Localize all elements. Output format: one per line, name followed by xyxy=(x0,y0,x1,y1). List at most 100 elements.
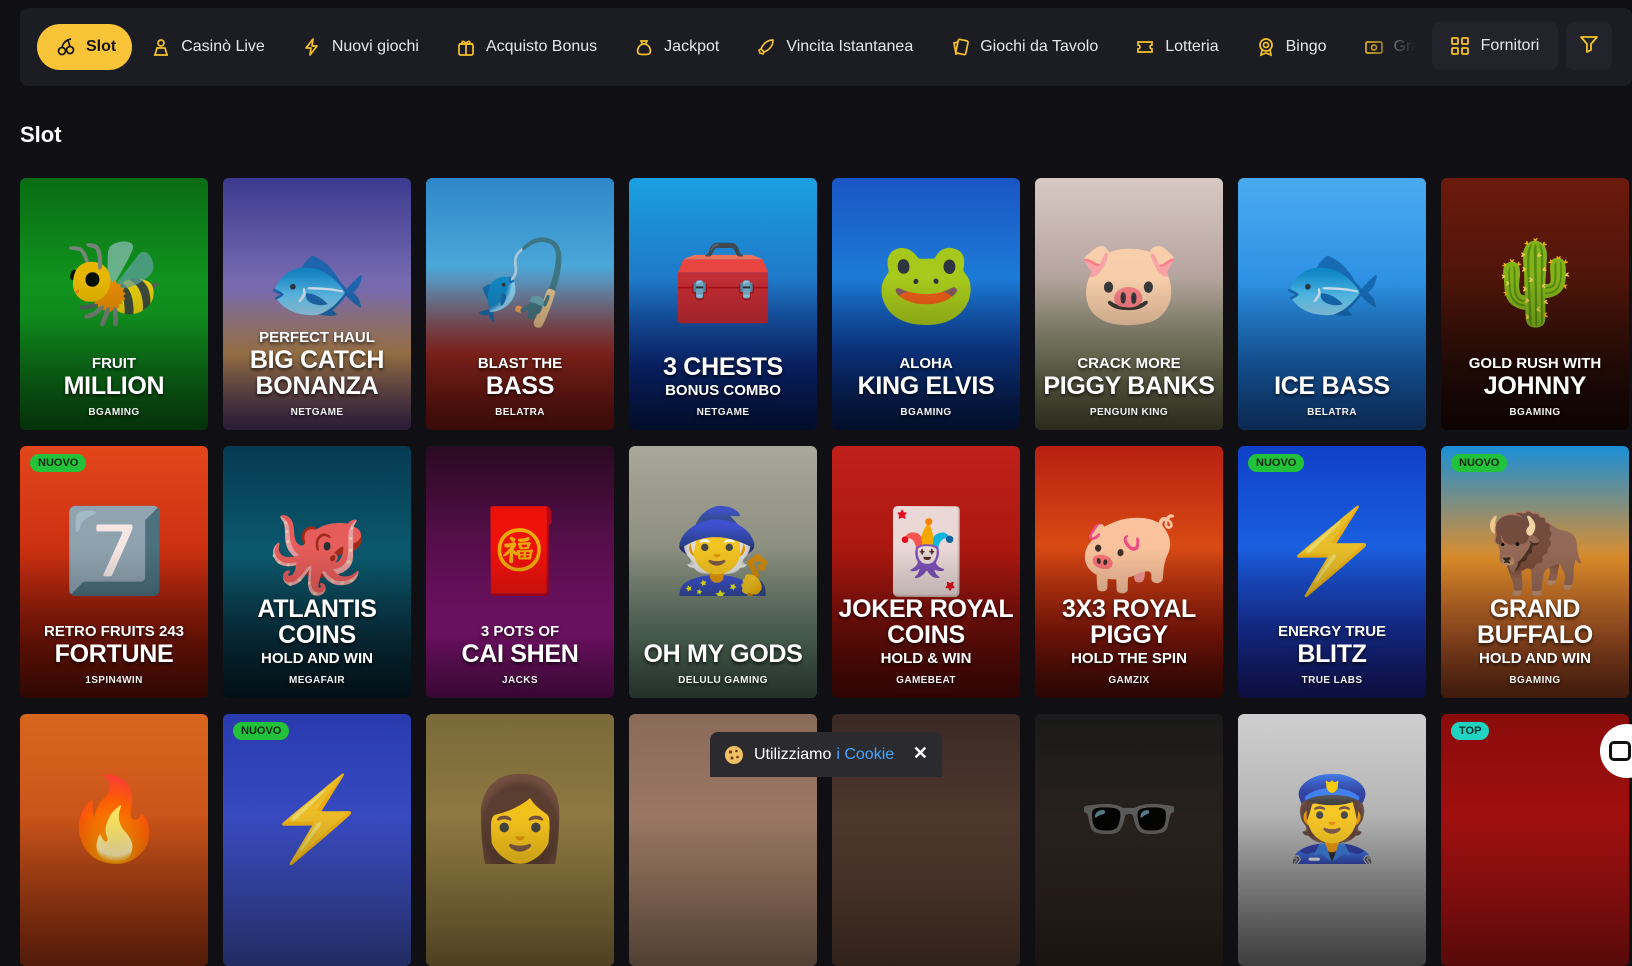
game-title: PIGGY BANKS xyxy=(1043,371,1215,400)
game-subtitle: ENERGY TRUE xyxy=(1277,623,1387,641)
game-provider: BELATRA xyxy=(1307,407,1357,418)
game-card[interactable]: 🕶️ xyxy=(1035,714,1223,966)
game-card[interactable]: 🐝FRUITMILLIONBGAMING xyxy=(20,178,208,430)
new-badge: NUOVO xyxy=(1248,454,1305,472)
game-tagline: HOLD THE SPIN xyxy=(1071,649,1187,667)
game-title-block: GOLD RUSH WITH JOHNNY BGAMING xyxy=(1447,356,1623,418)
category-navbar: Slot Casinò Live Nuovi giochi Acquisto Bonu… xyxy=(20,8,1632,86)
tab-label: Bingo xyxy=(1285,38,1327,55)
game-card[interactable]: 🧙OH MY GODSDELULU GAMING xyxy=(629,446,817,698)
lightning-icon xyxy=(301,36,323,58)
game-title: MILLION xyxy=(63,371,165,400)
game-title: ICE BASS xyxy=(1274,371,1390,400)
game-card[interactable]: 7️⃣NUOVORETRO FRUITS 243FORTUNE1SPIN4WIN xyxy=(20,446,208,698)
grid-icon xyxy=(1450,37,1469,55)
tab-slot[interactable]: Slot xyxy=(37,24,133,70)
game-card[interactable]: 🐸ALOHAKING ELVISBGAMING xyxy=(832,178,1020,430)
card-shade xyxy=(832,814,1020,966)
game-title-block: RETRO FRUITS 243 FORTUNE 1SPIN4WIN xyxy=(26,624,202,686)
tab-lotteria[interactable]: Lotteria xyxy=(1116,24,1236,70)
card-shade xyxy=(1441,814,1629,966)
game-provider: GAMZIX xyxy=(1108,675,1150,686)
game-title-block: JOKER ROYAL COINS HOLD & WIN GAMEBEAT xyxy=(838,596,1014,686)
game-subtitle: RETRO FRUITS 243 xyxy=(43,623,185,641)
card-shade xyxy=(223,814,411,966)
game-tagline: BONUS COMBO xyxy=(665,381,781,399)
game-card[interactable]: ⚡NUOVO xyxy=(223,714,411,966)
game-card[interactable]: 🐷CRACK MOREPIGGY BANKSPENGUIN KING xyxy=(1035,178,1223,430)
game-title: JOKER ROYAL COINS xyxy=(838,595,1014,650)
tab-label: Slot xyxy=(86,38,117,55)
game-card[interactable]: 🐟PERFECT HAULBIG CATCH BONANZANETGAME xyxy=(223,178,411,430)
game-provider: PENGUIN KING xyxy=(1089,407,1169,418)
tab-gratta-e-vinci[interactable]: Gratta e Vinci xyxy=(1345,24,1428,70)
game-card[interactable]: 🧧3 POTS OFCAI SHENJACKS xyxy=(426,446,614,698)
cards-icon xyxy=(949,36,971,58)
game-title-block: ENERGY TRUE BLITZ TRUE LABS xyxy=(1244,624,1420,686)
cookie-text: Utilizziamo xyxy=(754,745,832,763)
gift-icon xyxy=(455,36,477,58)
cherries-icon xyxy=(55,36,77,58)
bingo-icon xyxy=(1255,36,1277,58)
cookie-link[interactable]: i Cookie xyxy=(836,746,894,764)
tab-nuovi-giochi[interactable]: Nuovi giochi xyxy=(283,24,437,70)
providers-button[interactable]: Fornitori xyxy=(1432,22,1558,70)
game-card[interactable]: 🃏JOKER ROYAL COINSHOLD & WINGAMEBEAT xyxy=(832,446,1020,698)
tab-jackpot[interactable]: Jackpot xyxy=(615,24,737,70)
tab-label: Vincita Istantanea xyxy=(786,38,914,55)
category-tabs: Slot Casinò Live Nuovi giochi Acquisto Bonu… xyxy=(37,24,1428,70)
game-card[interactable]: 🐙ATLANTIS COINSHOLD AND WINMEGAFAIR xyxy=(223,446,411,698)
game-title: BLITZ xyxy=(1297,639,1367,668)
game-title: GRAND BUFFALO xyxy=(1477,595,1593,650)
game-title-block: FRUIT MILLION BGAMING xyxy=(26,356,202,418)
tab-casino-live[interactable]: Casinò Live xyxy=(132,24,283,70)
game-provider: DELULU GAMING xyxy=(678,675,768,686)
game-title: 3X3 ROYAL PIGGY xyxy=(1062,595,1196,650)
game-provider: BGAMING xyxy=(88,407,140,418)
game-card[interactable]: 🐖3X3 ROYAL PIGGYHOLD THE SPINGAMZIX xyxy=(1035,446,1223,698)
game-card[interactable]: 🌵GOLD RUSH WITHJOHNNYBGAMING xyxy=(1441,178,1629,430)
new-badge: NUOVO xyxy=(233,722,290,740)
tab-label: Acquisto Bonus xyxy=(485,38,598,55)
game-title-block: ATLANTIS COINS HOLD AND WIN MEGAFAIR xyxy=(229,596,405,686)
game-tagline: HOLD AND WIN xyxy=(261,649,373,667)
filter-icon xyxy=(1579,34,1599,59)
game-title: BASS xyxy=(485,371,555,400)
filter-button[interactable] xyxy=(1566,22,1612,70)
game-card[interactable]: 🐟ICE BASSBELATRA xyxy=(1238,178,1426,430)
close-icon[interactable]: ✕ xyxy=(913,743,928,764)
game-card[interactable]: ⚡NUOVOENERGY TRUEBLITZTRUE LABS xyxy=(1238,446,1426,698)
game-title: CAI SHEN xyxy=(461,639,579,668)
card-shade xyxy=(629,814,817,966)
game-card[interactable]: 🔥 xyxy=(20,714,208,966)
card-shade xyxy=(1238,814,1426,966)
game-title-block: 3 POTS OF CAI SHEN JACKS xyxy=(432,624,608,686)
game-provider: 1SPIN4WIN xyxy=(85,675,143,686)
croupier-icon xyxy=(150,36,172,58)
game-provider: NETGAME xyxy=(696,407,750,418)
game-card[interactable]: 👮 xyxy=(1238,714,1426,966)
game-title-block: 3 CHESTS BONUS COMBO NETGAME xyxy=(635,354,811,418)
tab-giochi-da-tavolo[interactable]: Giochi da Tavolo xyxy=(931,24,1116,70)
game-title-block: 3X3 ROYAL PIGGY HOLD THE SPIN GAMZIX xyxy=(1041,596,1217,686)
game-card[interactable]: 🧰3 CHESTSBONUS COMBONETGAME xyxy=(629,178,817,430)
game-card[interactable]: 🦬NUOVOGRAND BUFFALOHOLD AND WINBGAMING xyxy=(1441,446,1629,698)
game-title-block: BLAST THE BASS BELATRA xyxy=(432,356,608,418)
game-title: FORTUNE xyxy=(54,639,174,668)
tab-bingo[interactable]: Bingo xyxy=(1237,24,1345,70)
game-title-block: CRACK MORE PIGGY BANKS PENGUIN KING xyxy=(1041,356,1217,418)
game-card[interactable]: 👩 xyxy=(426,714,614,966)
game-subtitle: GOLD RUSH WITH xyxy=(1468,355,1602,373)
game-title: 3 CHESTS xyxy=(663,353,783,382)
game-grid: 🐝FRUITMILLIONBGAMING🐟PERFECT HAULBIG CAT… xyxy=(20,178,1629,966)
game-title-block: GRAND BUFFALO HOLD AND WIN BGAMING xyxy=(1447,596,1623,686)
game-tagline: HOLD & WIN xyxy=(880,649,972,667)
tab-acquisto-bonus[interactable]: Acquisto Bonus xyxy=(437,24,615,70)
game-provider: BELATRA xyxy=(495,407,545,418)
tab-vincita-istantanea[interactable]: Vincita Istantanea xyxy=(737,24,931,70)
tab-label: Gratta e Vinci xyxy=(1393,38,1428,55)
game-provider: MEGAFAIR xyxy=(289,675,345,686)
game-subtitle: 3 POTS OF xyxy=(480,623,560,641)
game-card[interactable]: 🎣BLAST THEBASSBELATRA xyxy=(426,178,614,430)
new-badge: NUOVO xyxy=(30,454,87,472)
